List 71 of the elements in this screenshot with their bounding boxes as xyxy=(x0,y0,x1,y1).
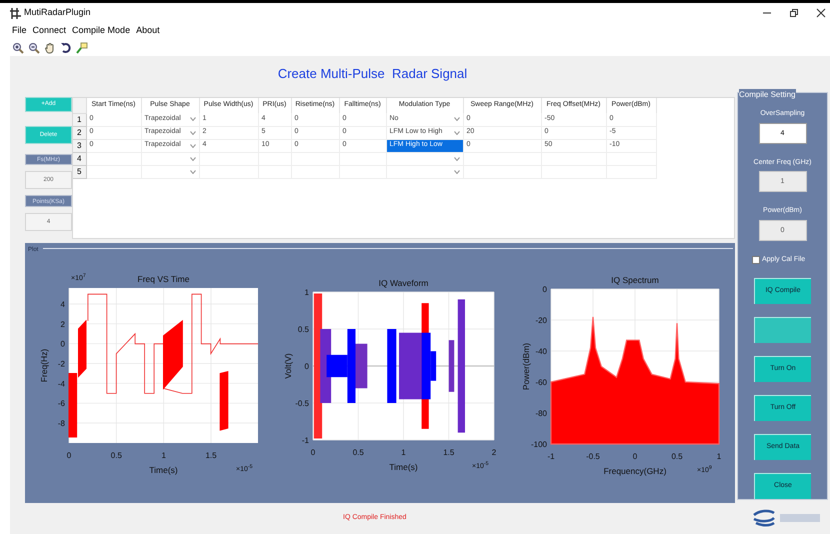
tick-label: 1 xyxy=(304,288,309,297)
tick-label: 2 xyxy=(60,320,65,329)
rotate-icon[interactable] xyxy=(60,42,72,54)
tick-label: 1 xyxy=(716,452,722,461)
menu-item[interactable]: File xyxy=(12,24,27,38)
tick-label: 0 xyxy=(632,452,638,461)
caret-icon[interactable] xyxy=(454,156,460,160)
caret-icon xyxy=(190,144,196,148)
app-icon xyxy=(10,8,21,18)
hand-icon[interactable] xyxy=(44,42,56,54)
caret-icon xyxy=(190,130,196,134)
tick-label: 0.5 xyxy=(352,448,364,457)
tick-label: -40 xyxy=(535,347,547,356)
tick-label: -60 xyxy=(535,378,547,387)
tick-label: -8 xyxy=(58,419,65,428)
tick-label: -0.5 xyxy=(295,399,309,408)
tick-label: -80 xyxy=(535,409,547,418)
tick-label: 4 xyxy=(60,300,65,309)
tick-label: 1 xyxy=(401,448,406,457)
data-cursor-icon[interactable] xyxy=(76,42,88,54)
zoom-in-icon[interactable] xyxy=(12,42,24,54)
tick-label: 0 xyxy=(60,340,65,349)
tick-label: -20 xyxy=(535,316,547,325)
window-title: MutiRadarPlugin xyxy=(24,6,91,20)
plot-title: IQ Waveform xyxy=(378,278,428,288)
tick-label: 0 xyxy=(542,285,547,294)
menu-item[interactable]: Compile Mode xyxy=(72,24,130,38)
checkbox[interactable] xyxy=(752,256,760,264)
caret-icon[interactable] xyxy=(190,170,196,174)
row-number: 3 xyxy=(73,139,86,152)
axis-label: Frequency(GHz) xyxy=(604,466,666,476)
row-number: 1 xyxy=(73,113,86,126)
tick-label: 1.5 xyxy=(205,451,217,460)
tick-label: 1.5 xyxy=(443,448,454,457)
axis-label: Time(s) xyxy=(389,462,418,472)
caret-icon xyxy=(454,117,460,122)
page-heading: Create Multi-Pulse Radar Signal xyxy=(278,65,468,84)
axis-label: Freq(Hz) xyxy=(39,348,49,382)
tick-label: 0 xyxy=(304,362,309,371)
tick-label: -100 xyxy=(530,440,547,449)
tick-label: -1 xyxy=(302,436,309,445)
caret-icon xyxy=(454,130,460,134)
caret-icon xyxy=(190,117,196,122)
tick-label: -4 xyxy=(58,379,65,388)
close-icon[interactable] xyxy=(816,8,826,18)
zoom-out-icon[interactable] xyxy=(28,42,40,54)
tick-label: 1 xyxy=(161,451,166,460)
row-number: 4 xyxy=(73,152,86,165)
tick-label: 0 xyxy=(310,448,316,457)
panel-title: Compile Setting xyxy=(739,89,796,101)
tick-label: -2 xyxy=(58,360,65,368)
tick-label: -0.5 xyxy=(586,452,600,461)
tick-label: -6 xyxy=(58,399,65,408)
tick-label: 0.5 xyxy=(671,452,683,461)
tick-label: -1 xyxy=(547,452,555,461)
axis-label: Power(dBm) xyxy=(521,342,531,390)
tick-label: 2 xyxy=(492,448,496,457)
tick-label: 0.5 xyxy=(298,325,309,334)
caret-icon[interactable] xyxy=(454,170,460,174)
axis-label: Volt(V) xyxy=(283,353,293,379)
menu-item[interactable]: About xyxy=(136,24,160,38)
caret-icon[interactable] xyxy=(190,156,196,160)
axis-label: Time(s) xyxy=(149,465,178,475)
tick-label: 0 xyxy=(66,451,72,460)
row-number: 5 xyxy=(73,165,86,178)
plot-title: Freq VS Time xyxy=(138,274,190,284)
row-number: 2 xyxy=(73,126,86,139)
plot-title: IQ Spectrum xyxy=(611,275,659,285)
restore-icon[interactable] xyxy=(789,8,799,18)
tick-label: 0.5 xyxy=(110,451,122,460)
menu-item[interactable]: Connect xyxy=(32,24,66,38)
